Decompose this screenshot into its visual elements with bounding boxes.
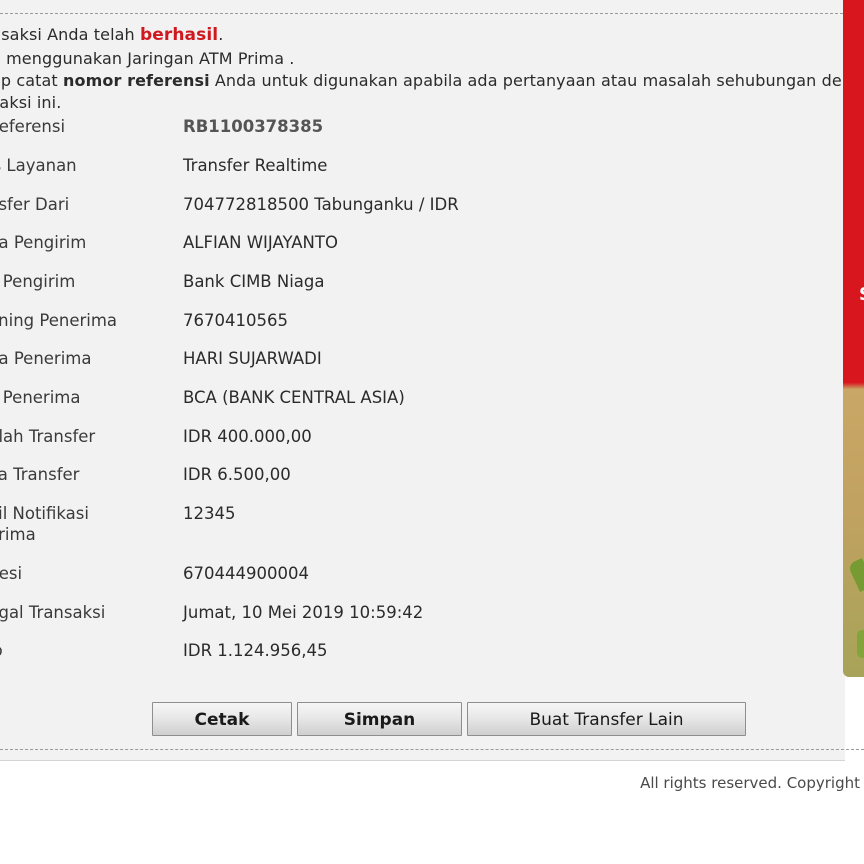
print-button[interactable]: Cetak — [152, 702, 292, 736]
value-transaction-date: Jumat, 10 Mei 2019 10:59:42 — [183, 603, 424, 622]
label-service-type: is Layanan — [0, 156, 77, 175]
success-status: berhasil — [139, 25, 219, 45]
top-divider — [0, 13, 843, 14]
label-transfer-from: nsfer Dari — [0, 195, 70, 214]
value-receipt-number: 670444900004 — [183, 564, 309, 583]
label-transfer-fee: ya Transfer — [0, 465, 80, 484]
label-notification-email: ail Notifikasi erima — [0, 503, 120, 545]
label-recipient-name: na Penerima — [0, 349, 92, 368]
label-notification-email-line1: ail Notifikasi — [0, 504, 89, 523]
value-balance: IDR 1.124.956,45 — [183, 641, 328, 660]
copyright-footer: All rights reserved. Copyright — [640, 774, 860, 792]
value-transfer-fee: IDR 6.500,00 — [183, 465, 291, 484]
banner-glyph: S — [859, 284, 864, 305]
network-note: a menggunakan Jaringan ATM Prima . — [0, 49, 295, 68]
label-balance: lo — [0, 640, 120, 661]
save-button[interactable]: Simpan — [297, 702, 462, 736]
label-transfer-amount: nlah Transfer — [0, 427, 96, 446]
label-transaction-date: ggal Transaksi — [0, 603, 106, 622]
label-reference-number: Referensi — [0, 117, 66, 136]
transaction-result-panel: nsaksi Anda telah berhasil. a menggunaka… — [0, 0, 864, 761]
value-recipient-name: HARI SUJARWADI — [183, 349, 322, 368]
reference-instruction: ap catat nomor referensi Anda untuk digu… — [0, 71, 864, 90]
reference-instruction-bold: nomor referensi — [63, 71, 210, 90]
new-transfer-button[interactable]: Buat Transfer Lain — [467, 702, 746, 736]
reference-instruction-prefix: ap catat — [0, 71, 58, 90]
bottom-divider — [0, 749, 864, 750]
label-recipient-bank: k Penerima — [0, 388, 81, 407]
value-recipient-bank: BCA (BANK CENTRAL ASIA) — [183, 388, 405, 407]
value-reference-number: RB1100378385 — [183, 117, 324, 136]
promo-banner[interactable]: S — [843, 0, 864, 677]
success-text-prefix: nsaksi Anda telah — [0, 25, 140, 44]
label-receipt-number: Resi — [0, 564, 23, 583]
label-recipient-account: ening Penerima — [0, 311, 118, 330]
value-recipient-account: 7670410565 — [183, 311, 288, 330]
value-notification-email: 12345 — [183, 504, 236, 523]
success-message: nsaksi Anda telah berhasil. — [0, 25, 223, 45]
success-text-suffix: . — [218, 25, 224, 44]
value-transfer-amount: IDR 400.000,00 — [183, 427, 312, 446]
value-transfer-from: 704772818500 Tabunganku / IDR — [183, 195, 459, 214]
label-sender-bank: k Pengirim — [0, 272, 76, 291]
value-sender-name: ALFIAN WIJAYANTO — [183, 233, 338, 252]
reference-instruction-end: saksi ini. — [0, 93, 62, 112]
leaf-decoration — [847, 558, 864, 592]
value-service-type: Transfer Realtime — [183, 156, 328, 175]
leaf-decoration-2 — [857, 630, 864, 658]
reference-instruction-suffix: Anda untuk digunakan apabila ada pertany… — [209, 71, 864, 90]
label-sender-name: na Pengirim — [0, 233, 87, 252]
label-notification-email-line2: erima — [0, 525, 36, 544]
value-sender-bank: Bank CIMB Niaga — [183, 272, 325, 291]
